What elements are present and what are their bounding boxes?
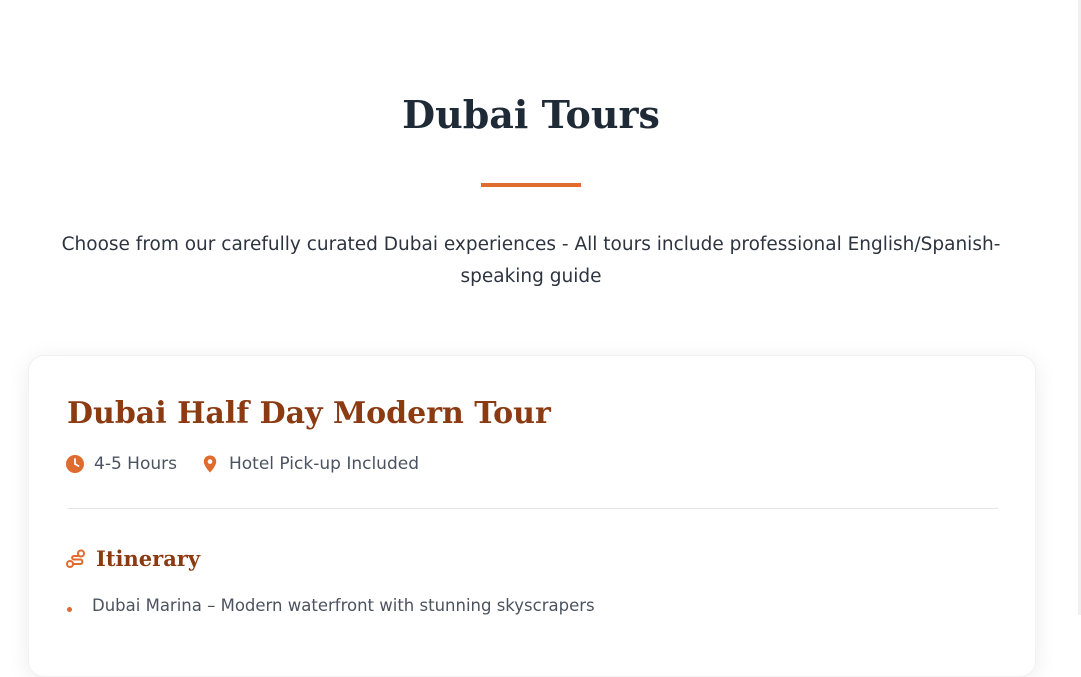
pickup-meta: Hotel Pick-up Included — [201, 454, 419, 474]
clock-icon — [66, 455, 84, 473]
itinerary-item-text: Dubai Marina – Modern waterfront with st… — [92, 596, 595, 615]
tour-title[interactable]: Dubai Half Day Modern Tour — [67, 396, 551, 431]
map-pin-icon — [203, 455, 217, 473]
bullet-dot — [67, 607, 72, 612]
duration-text: 4-5 Hours — [94, 454, 177, 474]
route-icon — [66, 549, 85, 568]
list-item: Dubai Marina – Modern waterfront with st… — [67, 596, 595, 615]
duration-meta: 4-5 Hours — [66, 454, 177, 474]
page: Dubai Tours Choose from our carefully cu… — [0, 0, 1081, 677]
card-divider — [67, 508, 998, 509]
itinerary-heading: Itinerary — [66, 546, 200, 571]
section-title: Dubai Tours — [402, 92, 660, 137]
title-underline — [481, 183, 581, 187]
section-subtitle: Choose from our carefully curated Dubai … — [61, 234, 1001, 287]
pickup-text: Hotel Pick-up Included — [228, 454, 419, 474]
tour-meta: 4-5 Hours Hotel Pick-up Included — [66, 454, 419, 474]
itinerary-list: Dubai Marina – Modern waterfront with st… — [67, 596, 595, 615]
tour-card[interactable]: Dubai Half Day Modern Tour 4-5 Hours Hot… — [28, 355, 1036, 677]
itinerary-title: Itinerary — [96, 546, 201, 571]
